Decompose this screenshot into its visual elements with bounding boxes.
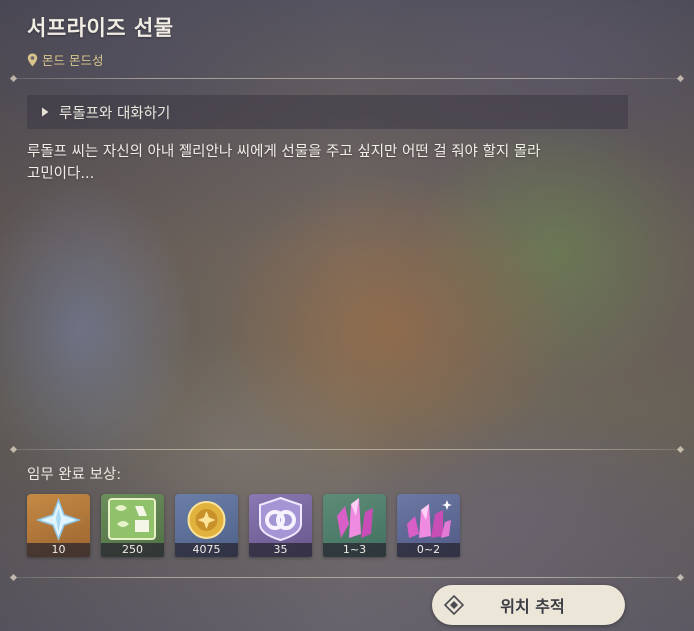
reward-count: 0~2 [397,543,460,557]
reward-item-companionship-exp[interactable]: 35 [249,494,312,557]
quest-location: 몬드 몬드성 [27,50,103,69]
track-button-label: 위치 추적 [500,597,565,616]
adventure-exp-icon [108,498,156,540]
objective-label: 루돌프와 대화하기 [59,105,171,122]
rewards-label: 임무 완료 보상: [27,467,122,483]
track-navigation-icon [444,595,464,615]
objective-row[interactable]: 루돌프와 대화하기 [27,95,628,129]
mora-icon [187,501,226,539]
reward-item-mora[interactable]: 4075 [175,494,238,557]
quest-title: 서프라이즈 선물 [27,16,174,40]
footer-divider [8,573,686,582]
location-pin-icon [27,53,38,66]
objective-arrow-icon [42,107,49,117]
reward-item-crystal-cluster[interactable]: 0~2 [397,494,460,557]
bottom-divider [8,445,686,454]
companionship-exp-icon [259,496,302,542]
reward-list: 10 250 4075 35 1~3 0~2 [27,494,460,557]
reward-count: 10 [27,543,90,557]
reward-item-crystal-chunk[interactable]: 1~3 [323,494,386,557]
reward-item-primogem[interactable]: 10 [27,494,90,557]
quest-description: 루돌프 씨는 자신의 아내 젤리안나 씨에게 선물을 주고 싶지만 어떤 걸 줘… [27,141,627,185]
reward-count: 250 [101,543,164,557]
reward-item-adventure-exp[interactable]: 250 [101,494,164,557]
crystal-chunk-icon [337,498,373,538]
reward-count: 4075 [175,543,238,557]
primogem-icon [35,497,82,542]
crystal-cluster-icon [407,500,452,538]
reward-count: 35 [249,543,312,557]
top-divider [8,74,686,83]
reward-count: 1~3 [323,543,386,557]
location-label: 몬드 몬드성 [42,53,104,68]
track-location-button[interactable]: 위치 추적 [432,585,625,625]
description-line: 고민이다... [27,166,95,182]
description-line: 루돌프 씨는 자신의 아내 젤리안나 씨에게 선물을 주고 싶지만 어떤 걸 줘… [27,144,541,160]
